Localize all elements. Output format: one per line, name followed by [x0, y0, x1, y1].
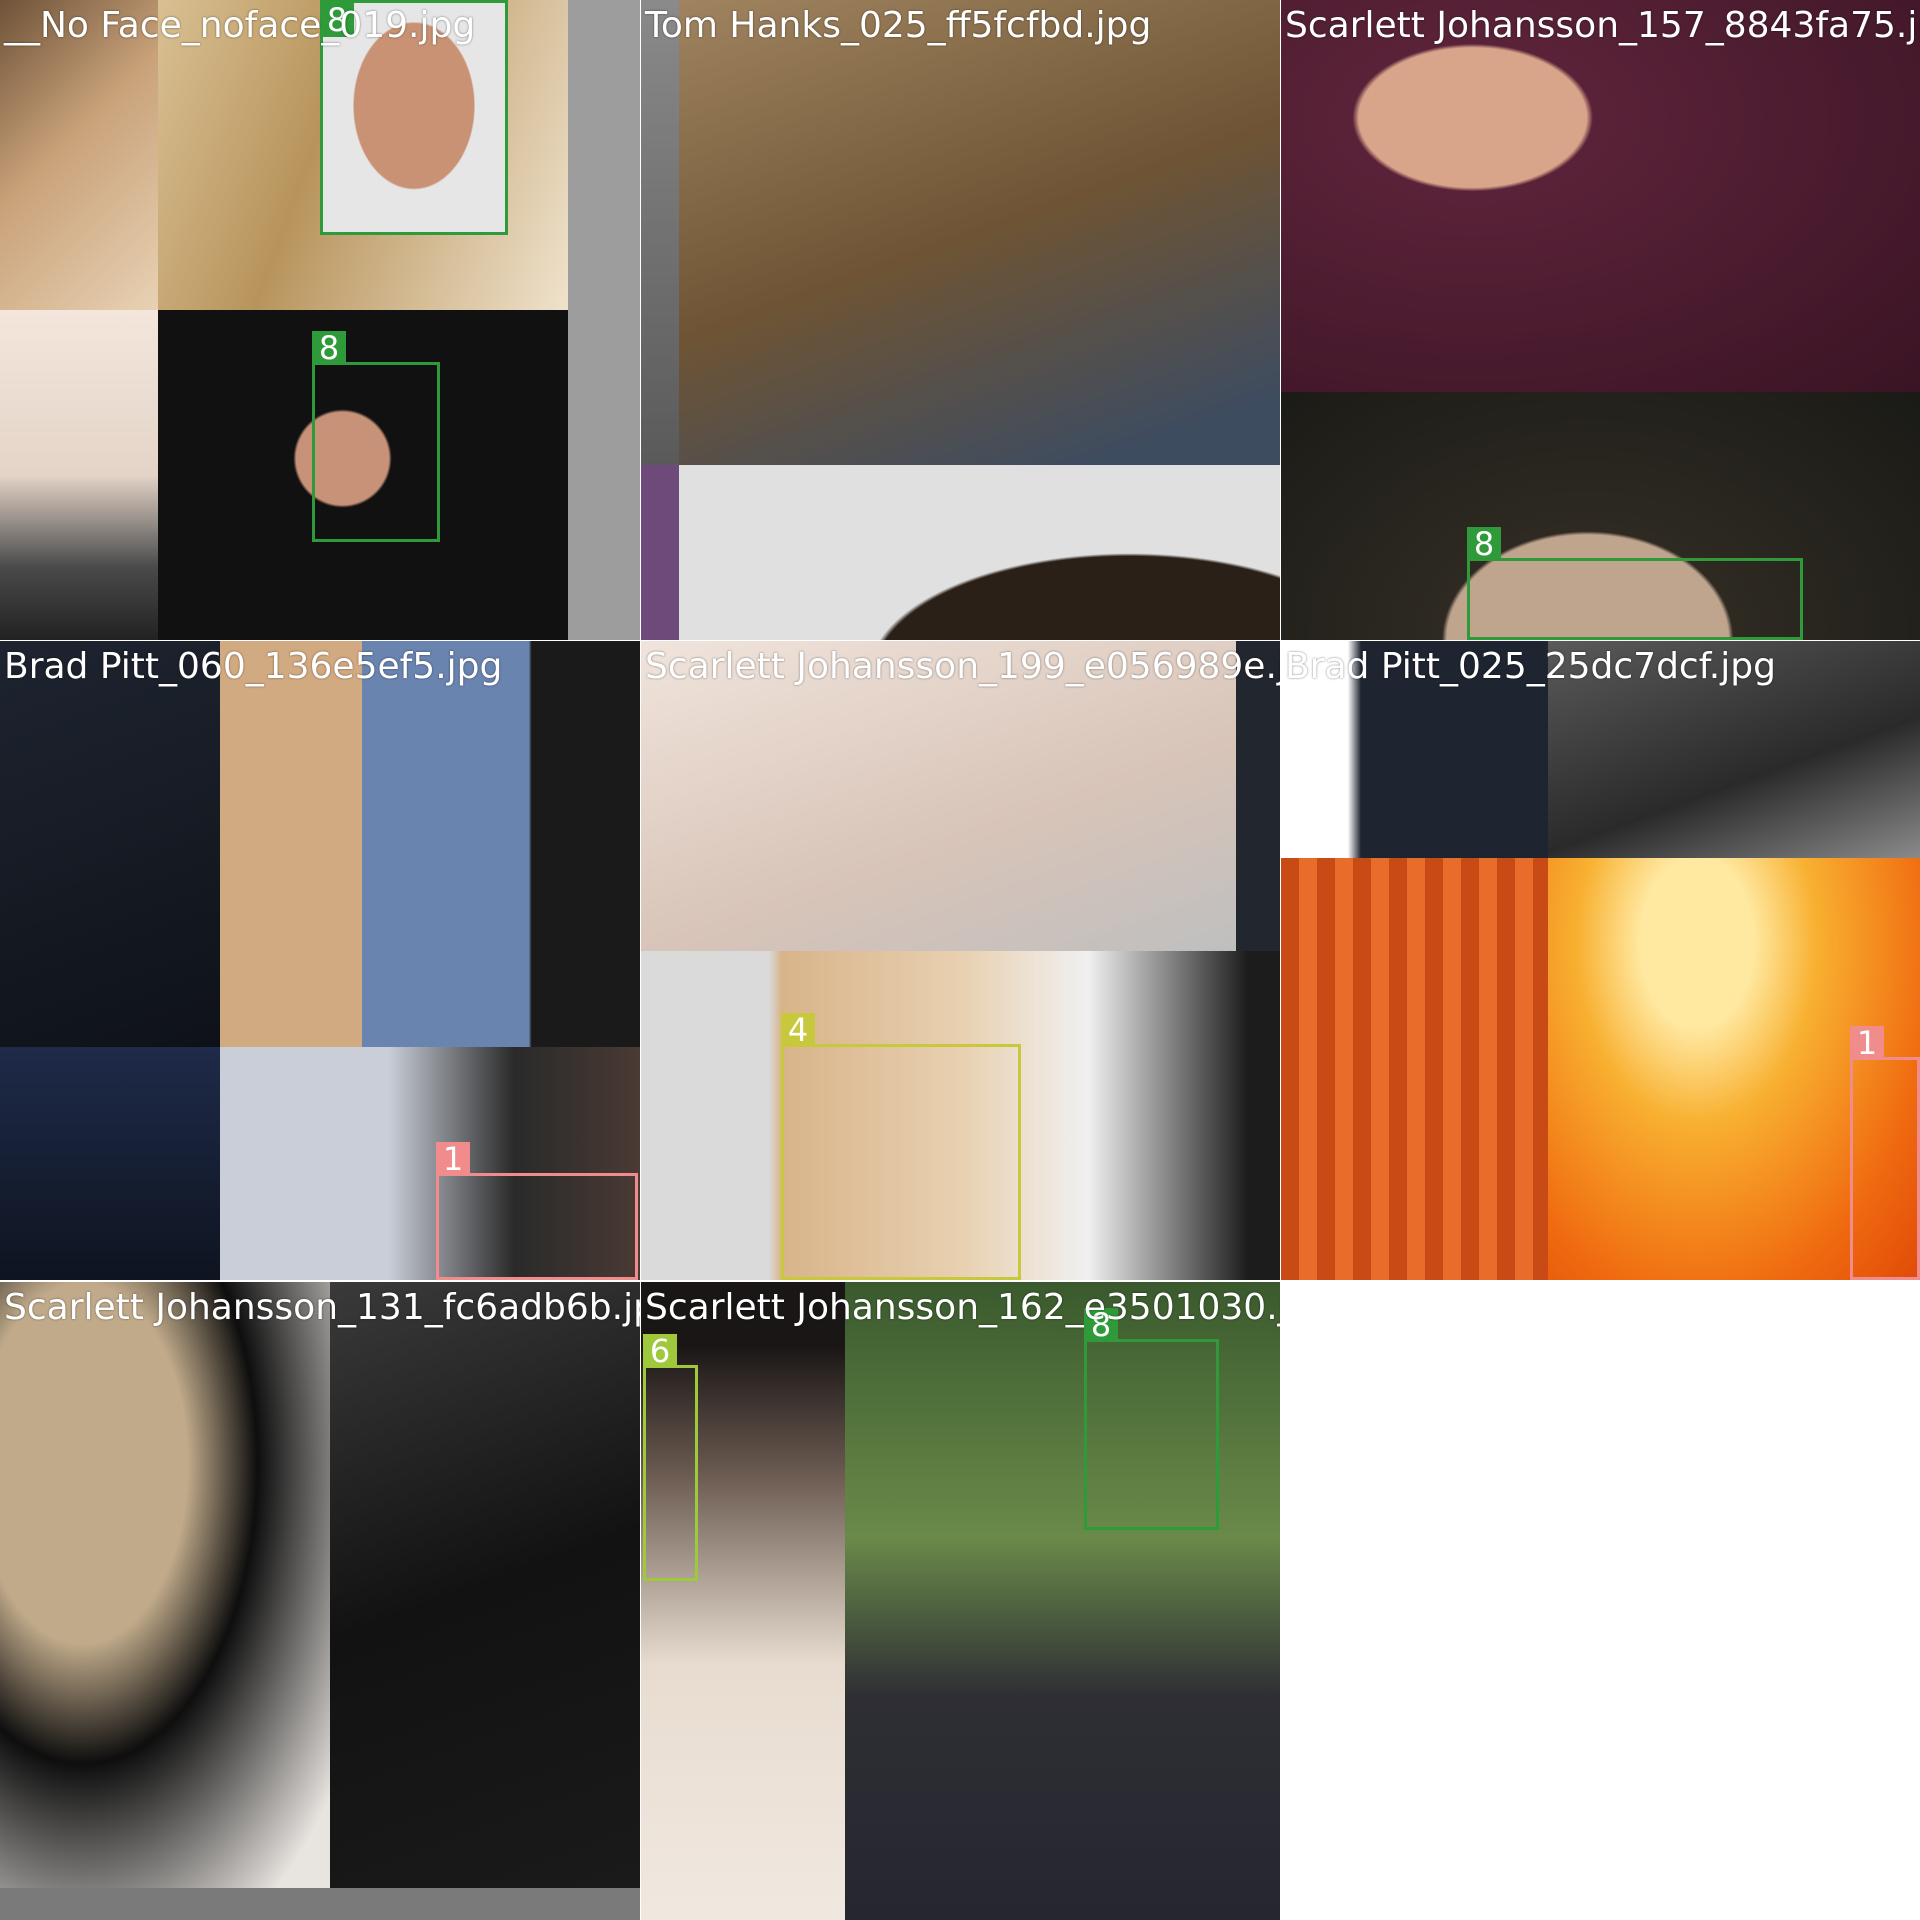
mosaic-tile: Tom Hanks_025_ff5fcfbd.jpg [641, 0, 1280, 640]
photo-region-dress [1281, 0, 1920, 392]
bounding-box-label: 8 [312, 331, 346, 365]
bounding-box: 1 [436, 1142, 638, 1280]
mosaic-tile: 1 Brad Pitt_025_25dc7dcf.jpg [1281, 641, 1920, 1280]
bounding-box: 8 [1467, 527, 1803, 640]
image-mosaic: 8 8 __No Face_noface_019.jpg Tom Hanks_0… [0, 0, 1920, 1920]
bounding-box: 8 [1084, 1308, 1219, 1530]
photo-region-skyline [0, 310, 158, 640]
photo-region-grey [568, 0, 640, 640]
photo-region-dark [0, 641, 220, 1047]
photo-region-bottom-strip [0, 1888, 640, 1920]
tile-filename: __No Face_noface_019.jpg [4, 5, 476, 46]
mosaic-tile: 1 Brad Pitt_060_136e5ef5.jpg [0, 641, 640, 1280]
bounding-box: 4 [781, 1013, 1021, 1280]
photo-region-head [679, 465, 1280, 640]
tile-filename: Scarlett Johansson_157_8843fa75.jpg [1285, 5, 1920, 46]
photo-region-navy [0, 1047, 220, 1280]
mosaic-tile: 8 Scarlett Johansson_157_8843fa75.jpg [1281, 0, 1920, 640]
tile-filename: Tom Hanks_025_ff5fcfbd.jpg [645, 5, 1152, 46]
tile-filename: Brad Pitt_060_136e5ef5.jpg [4, 646, 503, 687]
mosaic-tile: 6 8 Scarlett Johansson_162_e3501030.jpg [641, 1282, 1280, 1920]
empty-cell [1281, 1282, 1920, 1920]
photo-region-jacket [679, 0, 1280, 465]
photo-region-grey-strip [641, 0, 679, 465]
photo-region-door [220, 641, 362, 1047]
photo-region-dark-figure [330, 1282, 640, 1888]
photo-region-curtain [1281, 858, 1548, 1280]
bounding-box: 8 [312, 331, 440, 542]
bounding-box-label: 6 [643, 1334, 677, 1368]
tile-filename: Scarlett Johansson_199_e056989e.jpg [645, 646, 1280, 687]
bounding-box-label: 4 [781, 1013, 815, 1047]
bounding-box: 6 [643, 1334, 698, 1581]
bounding-box-label: 1 [1850, 1026, 1884, 1060]
photo-region-blonde-curls [0, 1282, 330, 1888]
photo-region-purple-strip [641, 465, 679, 640]
mosaic-tile: Scarlett Johansson_131_fc6adb6b.jpg [0, 1282, 640, 1920]
mosaic-tile: 4 Scarlett Johansson_199_e056989e.jpg [641, 641, 1280, 1280]
photo-region-trophy [362, 641, 640, 1047]
mosaic-tile: 8 8 __No Face_noface_019.jpg [0, 0, 640, 640]
tile-filename: Scarlett Johansson_131_fc6adb6b.jpg [4, 1287, 640, 1328]
tile-filename: Brad Pitt_025_25dc7dcf.jpg [1285, 646, 1776, 687]
bounding-box: 1 [1850, 1026, 1920, 1280]
bounding-box-label: 1 [436, 1142, 470, 1176]
bounding-box-label: 8 [1467, 527, 1501, 561]
tile-filename: Scarlett Johansson_162_e3501030.jpg [645, 1287, 1280, 1328]
